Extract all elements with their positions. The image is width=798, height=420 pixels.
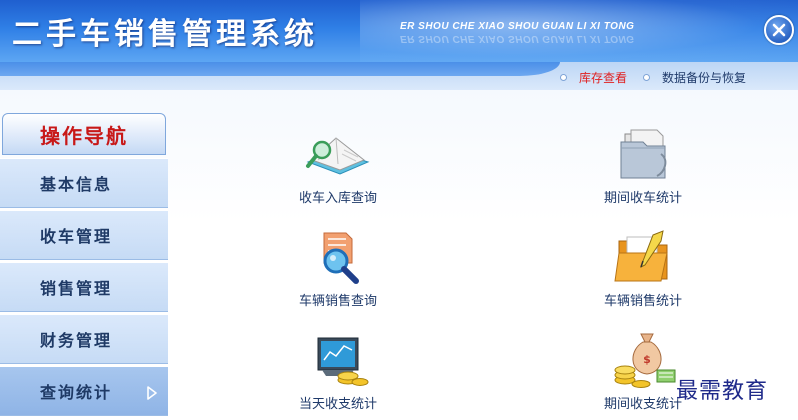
magnifier-icon xyxy=(323,232,359,284)
money-bag-coins-icon: $ xyxy=(614,333,676,388)
sidebar-nav: 操作导航 基本信息 收车管理 销售管理 财务管理 查询统计 xyxy=(0,113,168,420)
sidebar-item-sales-management[interactable]: 销售管理 xyxy=(0,262,168,312)
toolbar-links: 库存查看 数据备份与恢复 xyxy=(560,68,762,86)
data-backup-restore-link[interactable]: 数据备份与恢复 xyxy=(643,69,746,86)
function-label: 收车入库查询 xyxy=(298,191,377,206)
vehicle-sales-statistics-button[interactable]: 车辆销售统计 xyxy=(543,227,743,309)
sidebar-item-label: 查询统计 xyxy=(40,383,113,402)
sidebar-item-query-statistics[interactable]: 查询统计 xyxy=(0,366,168,416)
bullet-icon xyxy=(643,73,651,81)
nav-header-title: 操作导航 xyxy=(40,123,128,148)
function-label: 车辆销售统计 xyxy=(603,294,682,309)
sidebar-item-label: 基本信息 xyxy=(40,175,113,194)
sidebar-item-label: 财务管理 xyxy=(40,331,113,350)
watermark: 最需教育 xyxy=(676,379,769,404)
data-backup-restore-label: 数据备份与恢复 xyxy=(662,70,747,85)
close-icon xyxy=(772,23,786,37)
toolbar-curve xyxy=(0,62,560,76)
close-button[interactable] xyxy=(764,15,794,45)
function-label: 期间收车统计 xyxy=(603,191,682,206)
chevron-right-icon xyxy=(147,386,157,400)
period-purchase-statistics-button[interactable]: 期间收车统计 xyxy=(543,124,743,206)
title-bar: 二手车销售管理系统 ER SHOU CHE XIAO SHOU GUAN LI … xyxy=(0,0,798,62)
sidebar-item-purchase-management[interactable]: 收车管理 xyxy=(0,210,168,260)
app-subtitle-reflection: ER SHOU CHE XIAO SHOU GUAN LI XI TONG xyxy=(400,33,635,44)
sidebar-item-label: 收车管理 xyxy=(40,227,113,246)
function-label: 车辆销售查询 xyxy=(298,294,377,309)
folder-pencil-icon xyxy=(614,230,668,282)
vehicle-sales-query-button[interactable]: 车辆销售查询 xyxy=(238,227,438,309)
inventory-view-label: 库存查看 xyxy=(579,70,628,85)
nav-header: 操作导航 xyxy=(2,113,166,155)
monitor-coins-icon xyxy=(317,337,369,386)
daily-income-expense-statistics-button[interactable]: 当天收支统计 xyxy=(238,330,438,412)
svg-text:$: $ xyxy=(643,353,651,366)
folder-documents-icon xyxy=(620,129,667,179)
sidebar-item-finance-management[interactable]: 财务管理 xyxy=(0,314,168,364)
app-title: 二手车销售管理系统 xyxy=(12,17,318,52)
bullet-icon xyxy=(560,73,567,81)
book-magnifier-icon xyxy=(306,137,370,175)
sidebar-item-basic-info[interactable]: 基本信息 xyxy=(0,158,168,208)
app-subtitle: ER SHOU CHE XIAO SHOU GUAN LI XI TONG xyxy=(400,21,635,32)
inventory-view-link[interactable]: 库存查看 xyxy=(560,69,627,86)
function-label: 当天收支统计 xyxy=(298,397,377,412)
purchase-stock-query-button[interactable]: 收车入库查询 xyxy=(238,124,438,206)
sidebar-item-label: 销售管理 xyxy=(40,279,113,298)
top-toolbar: 库存查看 数据备份与恢复 xyxy=(0,62,798,90)
